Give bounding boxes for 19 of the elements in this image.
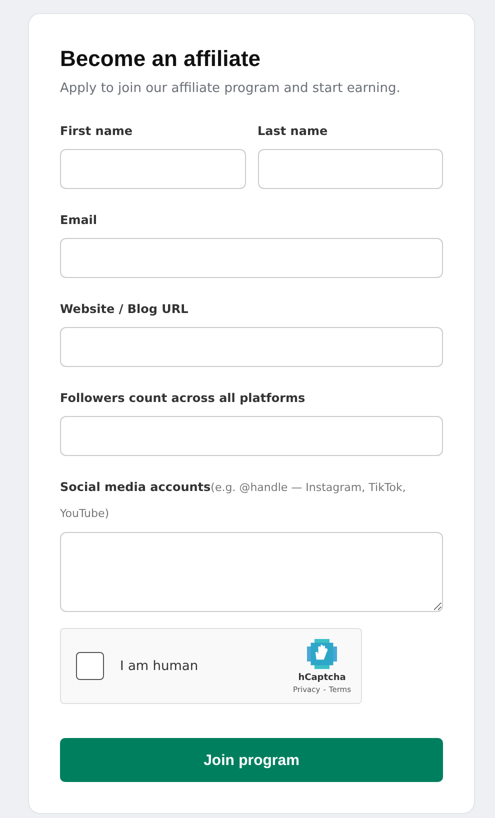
input-field[interactable] <box>60 416 443 456</box>
field-label: Website / Blog URL <box>60 301 190 318</box>
form-title: Become an affiliate <box>60 46 262 72</box>
text-area[interactable] <box>60 532 443 612</box>
input-field[interactable] <box>60 327 443 367</box>
join-program-button[interactable]: Join program <box>60 738 443 782</box>
field-label: Last name <box>258 124 328 138</box>
hand-icon <box>307 638 338 670</box>
field-label: Social media accounts(e.g. @handle — Instagram, TikTok, YouTube) <box>60 479 407 522</box>
input-field[interactable] <box>60 149 246 189</box>
input-field[interactable] <box>258 149 443 189</box>
captcha-brand: hCaptcha <box>298 673 346 683</box>
captcha-label: I am human <box>120 658 200 674</box>
field-label: First name <box>60 124 133 138</box>
captcha-checkbox[interactable] <box>76 652 104 680</box>
field-label: Followers count across all platforms <box>60 390 306 407</box>
input-field[interactable] <box>60 238 443 278</box>
field-label: Email <box>60 212 98 229</box>
form-subtitle: Apply to join our affiliate program and start earning. <box>60 81 402 96</box>
